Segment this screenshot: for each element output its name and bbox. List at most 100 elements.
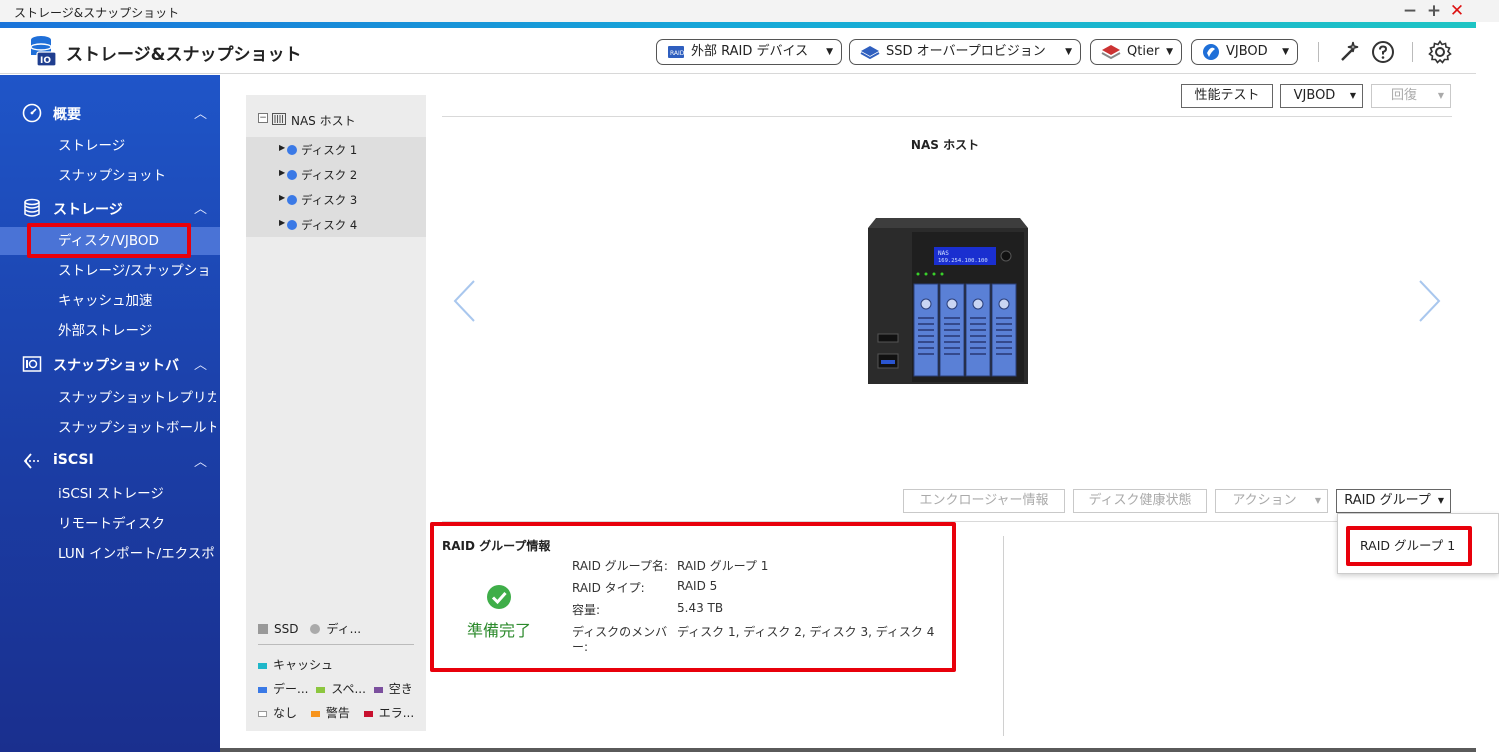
performance-test-button[interactable]: 性能テスト (1181, 84, 1273, 108)
enclosure-info-button[interactable]: エンクロージャー情報 (903, 489, 1065, 513)
chevron-down-icon: ▼ (1065, 47, 1072, 57)
chevron-up-icon[interactable]: ︿ (194, 451, 207, 470)
sidebar-item-remote-disk[interactable]: リモートディスク (0, 510, 220, 538)
raid-info-title: RAID グループ情報 (442, 539, 551, 553)
ssd-overprovisioning-button[interactable]: SSD オーバープロビジョン ▼ (849, 39, 1081, 65)
help-icon[interactable] (1371, 40, 1395, 64)
action-button[interactable]: アクション ▼ (1215, 489, 1328, 513)
sidebar-section-overview[interactable]: 概要 ︿ (0, 98, 220, 128)
collapse-icon[interactable]: − (258, 113, 268, 123)
wand-icon[interactable] (1338, 40, 1362, 64)
external-raid-device-button[interactable]: RAID 外部 RAID デバイス ▼ (656, 39, 842, 65)
qtier-icon (1101, 44, 1121, 59)
raid-group-dropdown[interactable]: RAID グループ ▼ (1336, 489, 1451, 513)
legend-spare-label: スペ... (331, 682, 366, 696)
data-swatch (258, 686, 267, 693)
nas-device-image: NAS 169.254.100.100 (868, 218, 1028, 384)
legend-cache-label: キャッシュ (273, 658, 334, 672)
ssd-swatch (258, 624, 268, 634)
tree-disk-label: ディスク 4 (301, 218, 358, 232)
sidebar-item-snapshot-vault[interactable]: スナップショットボールト (0, 414, 220, 442)
tree-disk-item[interactable]: ▶ ディスク 3 (246, 187, 426, 212)
legend-cache: キャッシュ (258, 656, 333, 673)
disk-members-key-continuation: ー: (572, 640, 589, 654)
recover-button[interactable]: 回復 ▼ (1371, 84, 1451, 108)
bottom-edge (220, 748, 1476, 752)
recover-label: 回復 (1390, 88, 1417, 103)
vjbod-header-button[interactable]: VJBOD ▼ (1191, 39, 1298, 65)
settings-icon[interactable] (1428, 40, 1452, 64)
chevron-down-icon: ▼ (1314, 496, 1321, 505)
tree-disk-item[interactable]: ▶ ディスク 1 (246, 137, 426, 162)
maximize-button[interactable]: + (1424, 1, 1444, 21)
sidebar-item-storage-snapshot[interactable]: ストレージ/スナップショ (0, 257, 220, 285)
sidebar-item-external-storage[interactable]: 外部ストレージ (0, 317, 220, 345)
tree-disk-label: ディスク 3 (301, 193, 358, 207)
disk-status-dot (287, 195, 297, 205)
chevron-up-icon[interactable]: ︿ (194, 198, 207, 217)
info-panel-divider (1003, 536, 1004, 736)
sidebar-section-snapshot-backup[interactable]: スナップショットバ ︿ (0, 349, 220, 379)
storage-app-logo-icon: IO (30, 36, 57, 67)
sidebar-section-label: iSCSI (53, 452, 94, 468)
raid-type-value: RAID 5 (677, 579, 718, 593)
spare-swatch (316, 686, 326, 693)
chevron-down-icon: ▼ (1166, 47, 1173, 57)
qtier-label: Qtier (1127, 44, 1160, 59)
chevron-down-icon: ▼ (826, 47, 833, 57)
os-titlebar: ストレージ&スナップショット − + ✕ (0, 0, 1499, 22)
check-circle-icon (487, 585, 511, 609)
chevron-right-icon[interactable] (1414, 278, 1444, 324)
legend-ssd-label: SSD (274, 622, 299, 636)
capacity-key: 容量: (572, 603, 601, 617)
tree-root-nas-host[interactable]: − NAS ホスト (246, 109, 426, 135)
sidebar-section-storage[interactable]: ストレージ ︿ (0, 193, 220, 223)
disk-status-dot (287, 145, 297, 155)
vjbod-toolbar-button[interactable]: VJBOD ▼ (1280, 84, 1363, 108)
chevron-down-icon: ▼ (1349, 91, 1356, 100)
tree-disk-item[interactable]: ▶ ディスク 4 (246, 212, 426, 237)
sidebar-section-label: ストレージ (53, 202, 123, 218)
tree-disk-label: ディスク 1 (301, 143, 358, 157)
minimize-button[interactable]: − (1400, 1, 1420, 21)
vjbod-header-label: VJBOD (1226, 44, 1268, 59)
app-title: ストレージ&スナップショット (66, 45, 302, 65)
expand-arrow-icon[interactable]: ▶ (279, 218, 285, 227)
legend-type: SSD ディ... (258, 620, 361, 637)
sidebar-section-iscsi[interactable]: iSCSI ︿ (0, 446, 220, 476)
expand-arrow-icon[interactable]: ▶ (279, 143, 285, 152)
sidebar-section-label: 概要 (53, 107, 81, 123)
raid-status-text: 準備完了 (466, 621, 531, 640)
tree-disk-item[interactable]: ▶ ディスク 2 (246, 162, 426, 187)
ssd-icon (860, 45, 880, 59)
raid-group-dropdown-label: RAID グループ (1344, 493, 1431, 508)
sidebar: 概要 ︿ ストレージ スナップショット ストレージ ︿ ディスク/VJBOD ス… (0, 75, 220, 752)
dropdown-item-raid-group-1[interactable]: RAID グループ 1 (1352, 532, 1466, 560)
tree-disk-list: ▶ ディスク 1 ▶ ディスク 2 ▶ ディスク 3 ▶ ディスク 4 (246, 137, 426, 237)
disk-members-value: ディスク 1, ディスク 2, ディスク 3, ディスク 4 (677, 625, 935, 639)
disk-swatch (310, 624, 321, 634)
disk-health-button[interactable]: ディスク健康状態 (1073, 489, 1207, 513)
raid-type-key: RAID タイプ: (572, 581, 645, 595)
qtier-button[interactable]: Qtier ▼ (1090, 39, 1182, 65)
sidebar-item-lun-import-export[interactable]: LUN インポート/エクスポ (0, 540, 220, 568)
sidebar-item-disk-vjbod[interactable]: ディスク/VJBOD (0, 227, 220, 255)
header-separator (1318, 42, 1319, 62)
chevron-up-icon[interactable]: ︿ (194, 354, 207, 373)
chevron-left-icon[interactable] (450, 278, 480, 324)
sidebar-item-snapshot-overview[interactable]: スナップショット (0, 162, 220, 190)
nas-host-label: NAS ホスト (910, 138, 980, 152)
sidebar-item-iscsi-storage[interactable]: iSCSI ストレージ (0, 480, 220, 508)
error-swatch (363, 710, 373, 717)
sidebar-item-storage-overview[interactable]: ストレージ (0, 132, 220, 160)
chevron-down-icon: ▼ (1437, 496, 1444, 505)
expand-arrow-icon[interactable]: ▶ (279, 168, 285, 177)
close-button[interactable]: ✕ (1447, 1, 1467, 21)
chevron-up-icon[interactable]: ︿ (194, 103, 207, 122)
app-header: IO ストレージ&スナップショット RAID 外部 RAID デバイス ▼ SS… (0, 28, 1476, 74)
snapshot-icon (22, 356, 42, 372)
sidebar-item-cache-acceleration[interactable]: キャッシュ加速 (0, 287, 220, 315)
sidebar-item-snapshot-replica[interactable]: スナップショットレプリカ (0, 384, 220, 412)
expand-arrow-icon[interactable]: ▶ (279, 193, 285, 202)
disk-status-dot (287, 220, 297, 230)
